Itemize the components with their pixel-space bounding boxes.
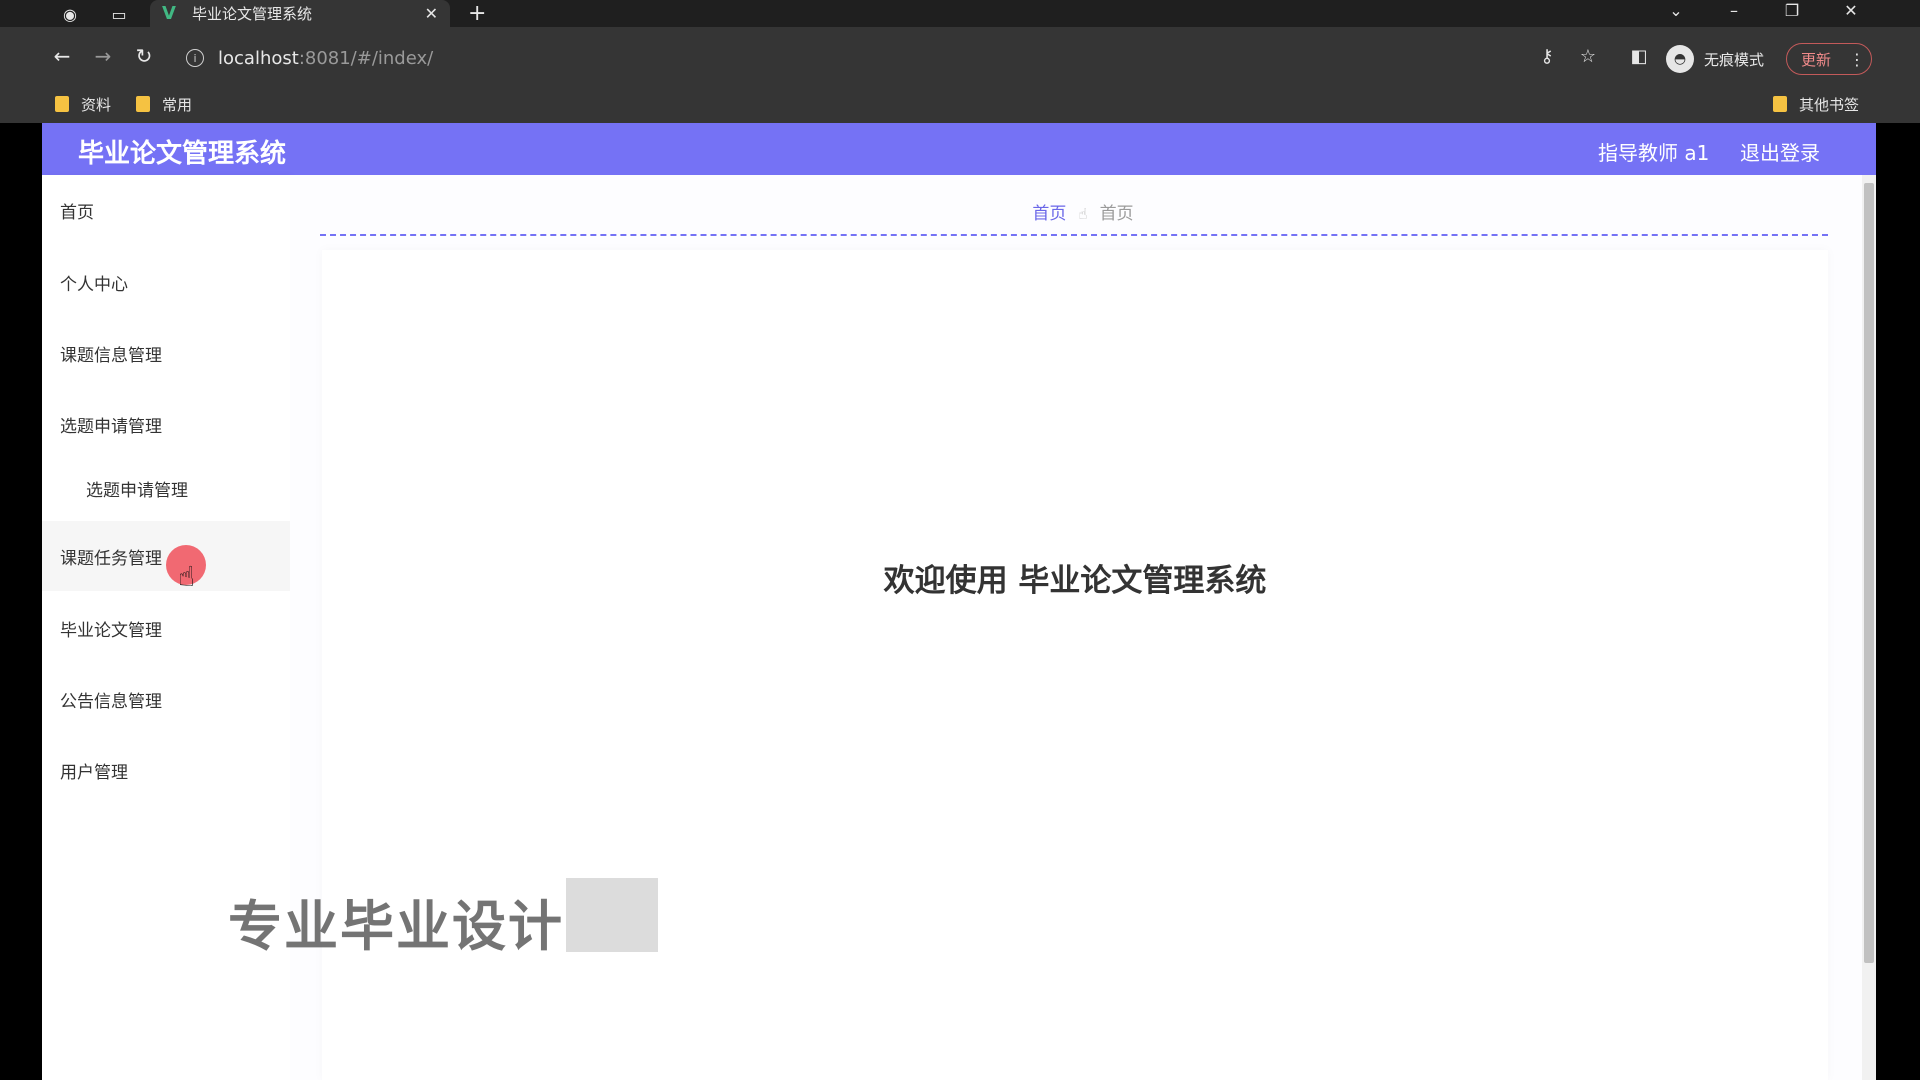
bookmark-folder[interactable]: 常用 [136,91,192,117]
url-text: localhost:8081/#/index/ [218,47,434,69]
bookmark-folder[interactable]: 资料 [55,91,111,117]
sidebar-item-topic-application[interactable]: 选题申请管理 [42,389,290,459]
minimize-icon[interactable]: – [1719,1,1749,20]
screen: ◉ ▭ V 毕业论文管理系统 ✕ + ⌄ – ❐ ✕ ← → ↻ i local… [0,0,1920,1080]
incognito-icon: ◓ [1666,45,1694,73]
tab-title: 毕业论文管理系统 [192,5,313,23]
browser-tab[interactable]: V 毕业论文管理系统 ✕ [150,0,450,27]
vue-favicon-icon: V [162,3,176,24]
divider [320,234,1828,236]
logout-link[interactable]: 退出登录 [1740,137,1820,166]
app-header: 毕业论文管理系统 指导教师 a1 退出登录 [42,123,1876,175]
back-icon[interactable]: ← [49,44,75,68]
restore-icon[interactable]: ❐ [1777,1,1807,20]
sidebar-item-topic-task[interactable]: 课题任务管理 [42,521,290,591]
tab-close-icon[interactable]: ✕ [425,4,438,23]
breadcrumb-separator-icon: ☝ [1078,205,1088,223]
current-user: 指导教师 a1 [1598,141,1710,165]
sidebar-item-profile[interactable]: 个人中心 [42,247,290,317]
hand-cursor-icon: ☝ [178,560,196,593]
browser-tab-bar: ◉ ▭ V 毕业论文管理系统 ✕ + ⌄ – ❐ ✕ [0,0,1920,27]
folder-icon [136,96,150,112]
scrollbar-thumb[interactable] [1864,183,1874,963]
welcome-text: 欢迎使用 毕业论文管理系统 [883,563,1267,599]
blur-mask [566,878,658,952]
incognito-label: 无痕模式 [1704,50,1765,69]
sidebar-item-topic-info[interactable]: 课题信息管理 [42,318,290,388]
star-icon[interactable]: ☆ [1577,46,1599,67]
other-bookmarks[interactable]: 其他书签 [1773,91,1859,117]
folder-icon [1773,96,1787,112]
folder-icon [55,96,69,112]
side-panel-icon[interactable]: ◧ [1628,46,1650,67]
breadcrumb-home[interactable]: 首页 [1032,204,1066,224]
breadcrumb-current: 首页 [1099,204,1134,224]
update-label: 更新 [1801,50,1832,69]
watermark: 专业毕业设计 [228,895,564,958]
tab-search-icon[interactable]: ▭ [108,3,130,25]
breadcrumb: 首页 ☝ 首页 [290,199,1876,224]
bookmarks-bar [0,89,1920,123]
globe-icon[interactable]: ◉ [59,3,81,25]
sidebar-item-users[interactable]: 用户管理 [42,735,290,805]
sidebar-subitem-topic-application[interactable]: 选题申请管理 [42,456,290,520]
sidebar-item-thesis[interactable]: 毕业论文管理 [42,593,290,663]
sidebar-item-home[interactable]: 首页 [42,175,290,245]
new-tab-button[interactable]: + [468,1,486,26]
update-button[interactable]: 更新 ⋮ [1786,43,1872,75]
app-title: 毕业论文管理系统 [78,139,287,169]
menu-dots-icon[interactable]: ⋮ [1849,50,1865,69]
key-icon[interactable]: ⚷ [1536,46,1558,67]
address-bar[interactable]: i localhost:8081/#/index/ [176,41,1566,75]
close-icon[interactable]: ✕ [1836,1,1866,20]
tab-list-icon[interactable]: ⌄ [1661,1,1691,20]
incognito-indicator[interactable]: ◓ 无痕模式 [1666,45,1764,73]
forward-icon[interactable]: → [90,44,116,68]
reload-icon[interactable]: ↻ [131,44,157,68]
sidebar-item-announcement[interactable]: 公告信息管理 [42,664,290,734]
info-icon[interactable]: i [186,49,204,67]
